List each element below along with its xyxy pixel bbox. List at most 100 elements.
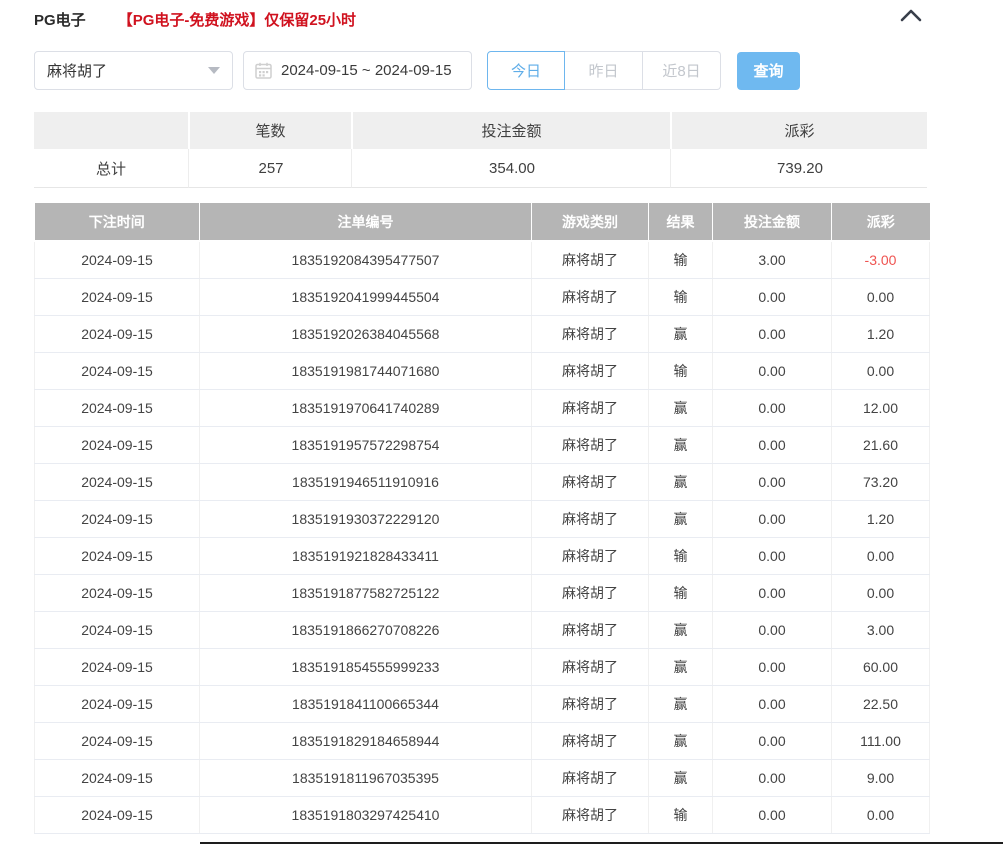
col-bet-date: 下注时间 (35, 203, 200, 241)
col-payout: 派彩 (832, 203, 930, 241)
cell-result: 输 (649, 241, 713, 278)
cell-bet-id: 1835192041999445504 (200, 278, 532, 315)
cell-bet-date: 2024-09-15 (35, 352, 200, 389)
cell-result: 赢 (649, 611, 713, 648)
cell-bet-date: 2024-09-15 (35, 574, 200, 611)
cell-result: 赢 (649, 389, 713, 426)
cell-result: 赢 (649, 722, 713, 759)
table-row: 2024-09-15 1835191841100665344 麻将胡了 赢 0.… (35, 685, 930, 722)
search-button[interactable]: 查询 (737, 52, 800, 90)
cell-game-type: 麻将胡了 (532, 315, 649, 352)
quick-filter-yesterday[interactable]: 昨日 (565, 51, 643, 90)
cell-payout: 111.00 (832, 722, 930, 759)
col-result: 结果 (649, 203, 713, 241)
quick-filter-today[interactable]: 今日 (487, 51, 565, 90)
quick-filter-group: 今日 昨日 近8日 (487, 51, 721, 90)
table-row: 2024-09-15 1835191811967035395 麻将胡了 赢 0.… (35, 759, 930, 796)
cell-result: 赢 (649, 426, 713, 463)
cell-bet-id: 1835191921828433411 (200, 537, 532, 574)
bet-table-body: 2024-09-15 1835192084395477507 麻将胡了 输 3.… (35, 241, 930, 833)
notice-text: 【PG电子-免费游戏】仅保留25小时 (118, 9, 356, 30)
table-row: 2024-09-15 1835191829184658944 麻将胡了 赢 0.… (35, 722, 930, 759)
collapse-button[interactable] (898, 4, 924, 28)
calendar-icon (255, 62, 272, 79)
cell-bet-id: 1835191841100665344 (200, 685, 532, 722)
cell-game-type: 麻将胡了 (532, 241, 649, 278)
cell-bet-id: 1835191957572298754 (200, 426, 532, 463)
cell-bet-date: 2024-09-15 (35, 389, 200, 426)
col-bet-id: 注单编号 (200, 203, 532, 241)
summary-header-blank (34, 112, 188, 149)
caret-down-icon (208, 67, 220, 74)
cell-game-type: 麻将胡了 (532, 722, 649, 759)
filter-bar: 麻将胡了 2024-09-15 ~ 2024-09-15 今日 昨日 近8日 查… (34, 51, 1003, 90)
cell-bet-date: 2024-09-15 (35, 537, 200, 574)
summary-header-payout: 派彩 (672, 112, 927, 149)
cell-payout: 73.20 (832, 463, 930, 500)
cell-bet-amount: 0.00 (713, 537, 832, 574)
cell-game-type: 麻将胡了 (532, 463, 649, 500)
table-row: 2024-09-15 1835191957572298754 麻将胡了 赢 0.… (35, 426, 930, 463)
bet-table: 下注时间 注单编号 游戏类别 结果 投注金额 派彩 2024-09-15 183… (34, 203, 930, 834)
game-select[interactable]: 麻将胡了 (34, 51, 233, 90)
cell-bet-id: 1835191866270708226 (200, 611, 532, 648)
cell-bet-id: 1835191970641740289 (200, 389, 532, 426)
cell-bet-id: 1835191877582725122 (200, 574, 532, 611)
bet-table-header: 下注时间 注单编号 游戏类别 结果 投注金额 派彩 (35, 203, 930, 241)
cell-payout: 0.00 (832, 352, 930, 389)
summary-total-count: 257 (188, 149, 351, 188)
cell-payout: 21.60 (832, 426, 930, 463)
cell-bet-amount: 0.00 (713, 722, 832, 759)
table-row: 2024-09-15 1835191803297425410 麻将胡了 输 0.… (35, 796, 930, 833)
cell-bet-date: 2024-09-15 (35, 241, 200, 278)
cell-game-type: 麻将胡了 (532, 796, 649, 833)
cell-result: 输 (649, 537, 713, 574)
cell-bet-amount: 0.00 (713, 315, 832, 352)
table-row: 2024-09-15 1835192026384045568 麻将胡了 赢 0.… (35, 315, 930, 352)
summary-header-bet-amount: 投注金额 (353, 112, 670, 149)
cell-game-type: 麻将胡了 (532, 500, 649, 537)
summary-total-payout: 739.20 (670, 149, 927, 188)
cell-payout: 1.20 (832, 315, 930, 352)
cell-game-type: 麻将胡了 (532, 685, 649, 722)
cell-bet-date: 2024-09-15 (35, 685, 200, 722)
cell-bet-amount: 0.00 (713, 759, 832, 796)
cell-payout: 1.20 (832, 500, 930, 537)
cell-bet-id: 1835191981744071680 (200, 352, 532, 389)
table-row: 2024-09-15 1835191981744071680 麻将胡了 输 0.… (35, 352, 930, 389)
cell-bet-amount: 0.00 (713, 500, 832, 537)
cell-result: 赢 (649, 463, 713, 500)
cell-bet-date: 2024-09-15 (35, 278, 200, 315)
cell-bet-amount: 0.00 (713, 685, 832, 722)
cell-bet-amount: 0.00 (713, 278, 832, 315)
date-range-picker[interactable]: 2024-09-15 ~ 2024-09-15 (243, 51, 472, 90)
summary-total-bet-amount: 354.00 (351, 149, 670, 188)
provider-title: PG电子 (34, 9, 86, 30)
cell-bet-amount: 0.00 (713, 426, 832, 463)
game-select-value: 麻将胡了 (47, 60, 208, 81)
summary-header-count: 笔数 (190, 112, 351, 149)
cell-payout: 9.00 (832, 759, 930, 796)
cell-bet-id: 1835191946511910916 (200, 463, 532, 500)
date-range-value: 2024-09-15 ~ 2024-09-15 (281, 62, 452, 79)
cell-result: 赢 (649, 500, 713, 537)
cell-bet-id: 1835191811967035395 (200, 759, 532, 796)
cell-game-type: 麻将胡了 (532, 574, 649, 611)
cell-game-type: 麻将胡了 (532, 648, 649, 685)
summary-table: 笔数 投注金额 派彩 总计 257 354.00 739.20 (34, 112, 929, 188)
cell-bet-amount: 0.00 (713, 648, 832, 685)
cell-bet-amount: 3.00 (713, 241, 832, 278)
cell-bet-amount: 0.00 (713, 574, 832, 611)
summary-total-label: 总计 (34, 149, 188, 188)
cell-bet-date: 2024-09-15 (35, 426, 200, 463)
quick-filter-last8days[interactable]: 近8日 (643, 51, 721, 90)
table-row: 2024-09-15 1835191970641740289 麻将胡了 赢 0.… (35, 389, 930, 426)
cell-game-type: 麻将胡了 (532, 426, 649, 463)
cell-bet-date: 2024-09-15 (35, 796, 200, 833)
chevron-up-icon (900, 8, 922, 22)
cell-bet-amount: 0.00 (713, 463, 832, 500)
table-row: 2024-09-15 1835191854555999233 麻将胡了 赢 0.… (35, 648, 930, 685)
cell-bet-amount: 0.00 (713, 611, 832, 648)
cell-result: 赢 (649, 315, 713, 352)
cell-payout: 0.00 (832, 278, 930, 315)
